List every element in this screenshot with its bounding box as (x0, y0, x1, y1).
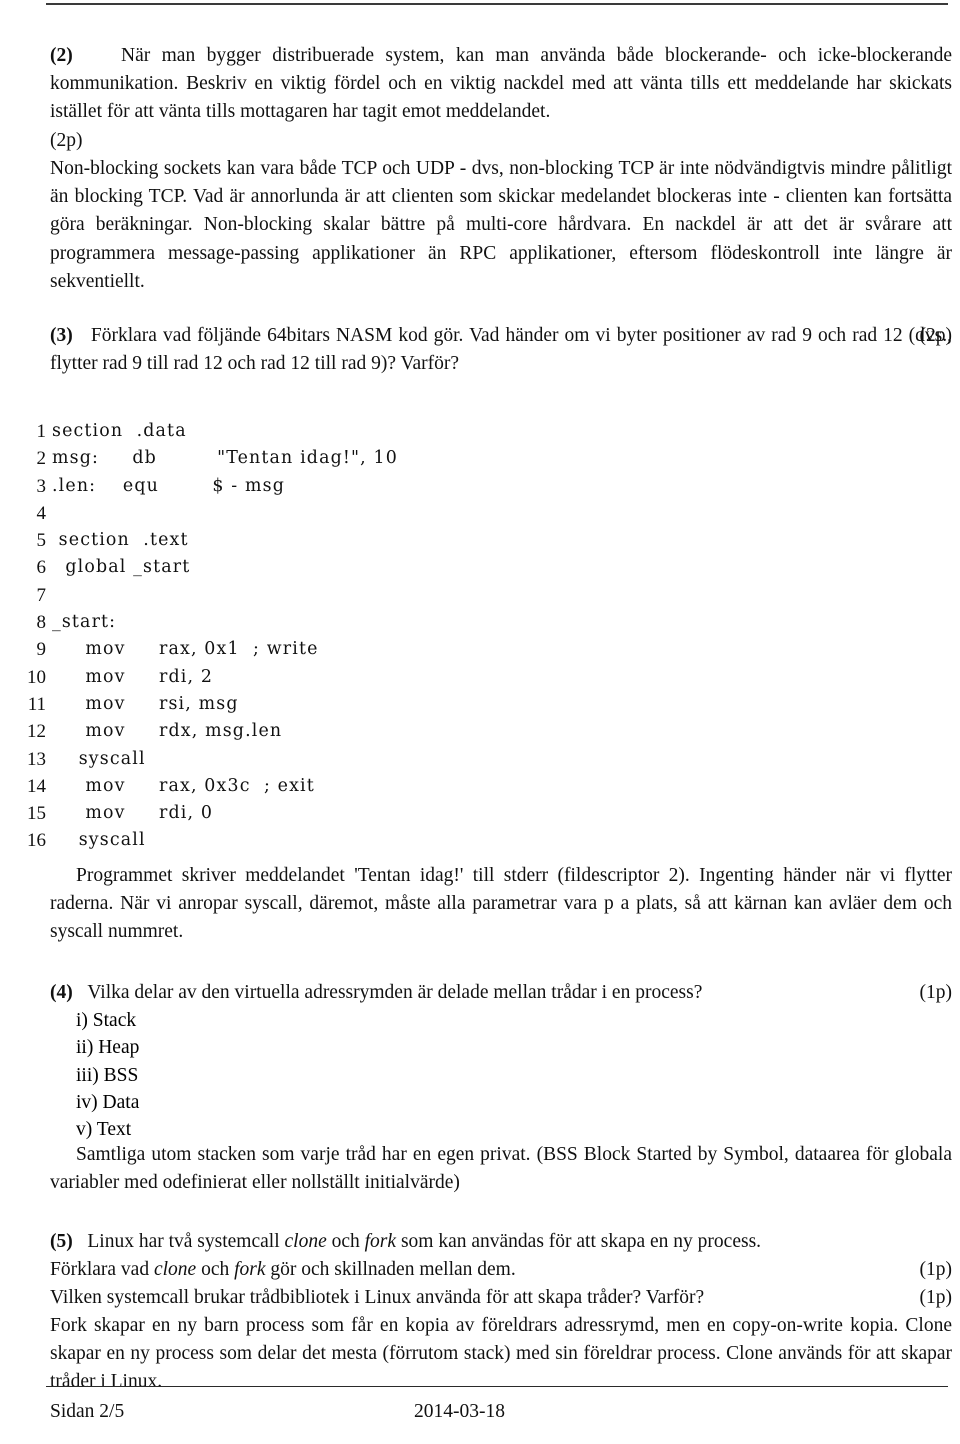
code-line-source: section .text (52, 530, 189, 551)
question-5-fork-keyword: fork (364, 1231, 397, 1252)
question-5-prompt: (5) Linux har två systemcall clone och f… (50, 1228, 952, 1256)
exam-page: (2) När man bygger distribuerade system,… (0, 0, 960, 1444)
question-5-prompt-part3: som kan användas för att skapa en ny pro… (396, 1231, 762, 1252)
code-line-source: mov rdi, 0 (52, 803, 214, 824)
code-line: 16 syscall (0, 827, 960, 854)
code-line: 3 .len: equ $ - msg (0, 473, 960, 500)
code-line-number: 7 (36, 584, 47, 606)
question-5-prompt-part1: Linux har två systemcall (87, 1231, 285, 1252)
question-3-number: (3) (50, 325, 73, 346)
code-line: 5 section .text (0, 527, 960, 554)
question-3-points: (2p) (919, 325, 953, 346)
code-line: 15 mov rdi, 0 (0, 800, 960, 827)
question-4-number: (4) (50, 982, 73, 1003)
code-line-number: 10 (27, 666, 46, 688)
code-line: 8 _start: (0, 609, 960, 636)
code-line-source: global _start (52, 557, 191, 578)
question-5-line2-fork-keyword: fork (234, 1259, 266, 1280)
question-3-answer-text: Programmet skriver meddelandet 'Tentan i… (50, 865, 952, 943)
question-3-prompt: (2p) (3) Förklara vad följände 64bitars … (50, 322, 952, 378)
code-line-number: 11 (27, 693, 46, 715)
question-5-line2: (1p) Förklara vad clone och fork gör och… (50, 1256, 952, 1284)
question-2-prompt-text: När man bygger distribuerade system, kan… (50, 45, 953, 123)
code-line-number: 9 (36, 639, 47, 661)
footer-rule (46, 1386, 948, 1387)
question-5-clone-keyword: clone (284, 1231, 327, 1252)
code-listing: 1 section .data 2 msg: db "Tentan idag!", 1… (0, 418, 960, 855)
code-line: 11 mov rsi, msg (0, 691, 960, 718)
question-5-answer: Fork skapar en ny barn process som får e… (50, 1315, 952, 1393)
code-line-number: 16 (27, 830, 46, 852)
question-4-prompt: (1p) (4) Vilka delar av den virtuella ad… (50, 979, 952, 1007)
question-5-prompt-part2: och (326, 1231, 365, 1252)
code-line-number: 4 (36, 502, 47, 524)
code-line-number: 14 (27, 775, 46, 797)
code-line: 1 section .data (0, 418, 960, 445)
code-line: 6 global _start (0, 554, 960, 581)
code-line-number: 3 (36, 475, 47, 497)
question-2-points: (2p) (50, 130, 83, 151)
question-4-points: (1p) (919, 982, 953, 1003)
question-5-line3: (1p) Vilken systemcall brukar trådbiblio… (50, 1284, 952, 1312)
question-5-line3-points: (1p) (919, 1287, 953, 1308)
question-5-line2-clone-keyword: clone (153, 1259, 197, 1280)
question-5-line2-part2: och (196, 1259, 235, 1280)
code-line-source: msg: db "Tentan idag!", 10 (52, 448, 398, 469)
question-4-option: ii) Heap (76, 1037, 140, 1059)
code-line: 13 syscall (0, 746, 960, 773)
code-line: 14 mov rax, 0x3c ; exit (0, 773, 960, 800)
question-5-number: (5) (50, 1231, 73, 1252)
question-5-line3-text: Vilken systemcall brukar trådbibliotek i… (50, 1287, 705, 1308)
code-line: 12 mov rdx, msg.len (0, 718, 960, 745)
question-4-answer-text: Samtliga utom stacken som varje tråd har… (50, 1144, 952, 1194)
code-line-source: syscall (52, 748, 146, 769)
question-4-prompt-text: Vilka delar av den virtuella adressrymde… (87, 982, 703, 1003)
code-line: 7 (0, 582, 960, 609)
code-line-source: mov rsi, msg (52, 693, 239, 714)
code-line-number: 13 (27, 748, 46, 770)
question-2-answer: Non-blocking sockets kan vara både TCP o… (50, 158, 952, 292)
question-5-line2-part3: gör och skillnaden mellan dem. (265, 1259, 516, 1280)
question-4-answer: Samtliga utom stacken som varje tråd har… (50, 1141, 952, 1197)
code-line-source: mov rax, 0x1 ; write (52, 639, 319, 660)
code-line-source: .len: equ $ - msg (52, 475, 285, 496)
code-line: 9 mov rax, 0x1 ; write (0, 636, 960, 663)
question-5-line2-points: (1p) (919, 1259, 953, 1280)
question-5-line2-part1: Förklara vad (50, 1259, 154, 1280)
question-2-prompt: (2) När man bygger distribuerade system,… (50, 42, 952, 127)
code-line-source: section .data (52, 421, 187, 441)
code-line-number: 2 (36, 448, 47, 470)
question-3-prompt-text: Förklara vad följände 64bitars NASM kod … (50, 325, 953, 375)
code-line-source: mov rax, 0x3c ; exit (52, 775, 315, 796)
code-line: 2 msg: db "Tentan idag!", 10 (0, 445, 960, 472)
question-3-answer: Programmet skriver meddelandet 'Tentan i… (50, 862, 952, 947)
question-4-option-list: i) Stack ii) Heap iii) BSS iv) Data v) Text (76, 1007, 936, 1143)
question-4-option: iv) Data (76, 1091, 140, 1113)
code-line: 4 (0, 500, 960, 527)
question-2-number: (2) (50, 45, 73, 66)
code-line-number: 15 (27, 803, 46, 825)
code-line-number: 6 (36, 557, 47, 579)
code-line-number: 5 (36, 530, 47, 552)
code-line-number: 12 (27, 721, 46, 743)
code-line-source: mov rdx, msg.len (52, 721, 283, 742)
footer-date: 2014-03-18 (414, 1401, 505, 1422)
code-line-source: mov rdi, 2 (52, 666, 214, 687)
code-line-number: 1 (36, 421, 47, 442)
code-line-source: syscall (52, 830, 146, 851)
header-rule (46, 3, 948, 5)
question-4-option: v) Text (76, 1119, 132, 1141)
code-line-source: _start: (52, 612, 117, 633)
question-4-option: iii) BSS (76, 1064, 139, 1086)
code-line-number: 8 (36, 612, 47, 634)
question-4-option: i) Stack (76, 1010, 137, 1031)
footer-page-label: Sidan 2/5 (50, 1401, 125, 1422)
code-line: 10 mov rdi, 2 (0, 664, 960, 691)
